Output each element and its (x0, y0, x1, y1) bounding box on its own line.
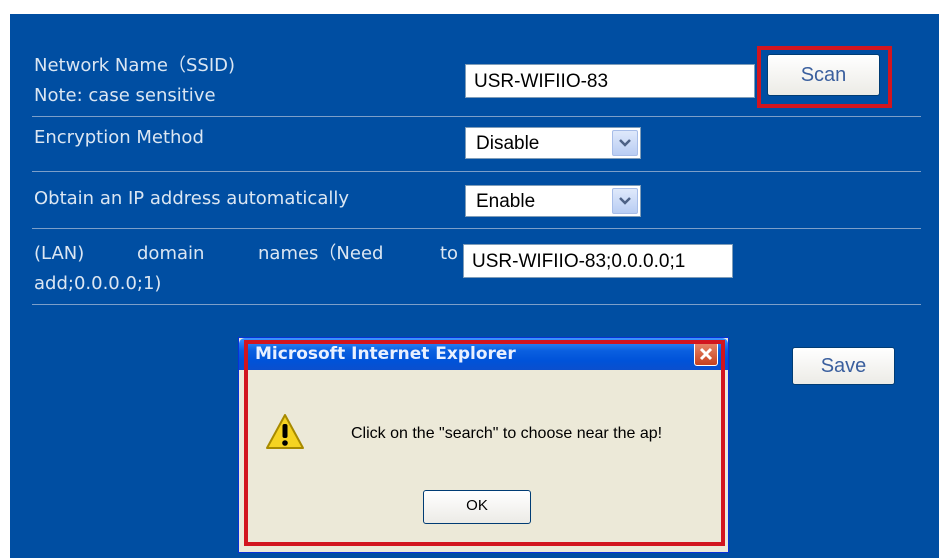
lan-input[interactable]: USR-WIFIIO-83;0.0.0.0;1 (463, 244, 733, 278)
divider (32, 228, 921, 229)
chevron-down-icon[interactable] (612, 130, 638, 156)
divider (32, 171, 921, 172)
encryption-select[interactable]: Disable (465, 127, 641, 159)
dhcp-value: Enable (476, 191, 536, 212)
ssid-note: Note: case sensitive (34, 85, 216, 106)
dhcp-select[interactable]: Enable (465, 185, 641, 217)
ssid-label: Network Name（SSID) (34, 55, 236, 76)
lan-label-line2: add;0.0.0.0;1) (34, 273, 162, 294)
lan-label-part2: domain (137, 243, 205, 264)
lan-label-part4: to (440, 243, 459, 264)
dhcp-label: Obtain an IP address automatically (34, 188, 350, 209)
lan-label-part3: names（Need (258, 243, 384, 264)
scan-button[interactable]: Scan (767, 54, 880, 96)
lan-label-part1: (LAN) (34, 243, 85, 264)
ssid-input[interactable]: USR-WIFIIO-83 (465, 64, 755, 98)
encryption-value: Disable (476, 133, 540, 154)
divider (32, 304, 921, 305)
divider (32, 116, 921, 117)
encryption-label: Encryption Method (34, 127, 204, 148)
chevron-down-icon[interactable] (612, 188, 638, 214)
dialog-highlight (244, 340, 725, 546)
save-button[interactable]: Save (792, 347, 895, 385)
